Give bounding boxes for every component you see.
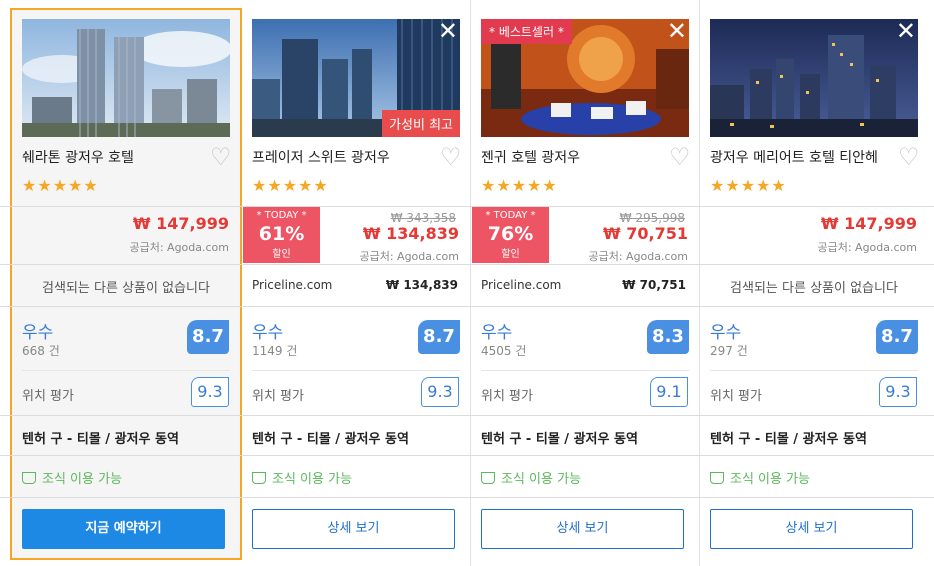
- today-deal-badge: * TODAY * 61% 할인: [243, 207, 320, 263]
- vendor-name[interactable]: Priceline.com: [252, 278, 332, 292]
- today-deal-badge: * TODAY * 76% 할인: [472, 207, 549, 263]
- review-score-badge: 8.7: [187, 320, 229, 354]
- price: ₩ 147,999: [132, 214, 229, 233]
- coffee-cup-icon: [481, 472, 495, 484]
- view-details-button[interactable]: 상세 보기: [481, 509, 684, 549]
- vendor-price[interactable]: ₩ 134,839: [350, 278, 458, 292]
- hotel-photo[interactable]: * 베스트셀러 * ✕: [481, 19, 689, 137]
- location-rating-label: 위치 평가: [252, 389, 304, 404]
- best-value-badge: 가성비 최고: [382, 110, 460, 137]
- heart-icon[interactable]: ♡: [898, 145, 920, 169]
- breakfast-info: 조식 이용 가능: [481, 468, 581, 487]
- breakfast-info: 조식 이용 가능: [252, 468, 352, 487]
- supplier-label: 공급처: Agoda.com: [817, 241, 917, 254]
- book-now-button[interactable]: 지금 예약하기: [22, 509, 225, 549]
- hotel-photo[interactable]: [22, 19, 230, 137]
- review-score-badge: 8.3: [647, 320, 689, 354]
- hotel-area: 텐허 구 - 티몰 / 광저우 동역: [22, 432, 179, 447]
- heart-icon[interactable]: ♡: [210, 145, 232, 169]
- location-score-badge: 9.3: [421, 377, 459, 407]
- original-price: ₩ 295,998: [619, 211, 685, 225]
- view-details-button[interactable]: 상세 보기: [252, 509, 455, 549]
- review-count[interactable]: 1149 건: [252, 342, 297, 359]
- coffee-cup-icon: [22, 472, 36, 484]
- price: ₩ 70,751: [603, 224, 688, 243]
- heart-icon[interactable]: ♡: [669, 145, 691, 169]
- review-score-badge: 8.7: [418, 320, 460, 354]
- location-score-badge: 9.3: [191, 377, 229, 407]
- bestseller-badge: * 베스트셀러 *: [481, 19, 572, 44]
- hotel-comparison: 쉐라톤 광저우 호텔 ♡ ★★★★★ ₩ 147,999 공급처: Agoda.…: [0, 0, 934, 566]
- location-score-badge: 9.3: [879, 377, 917, 407]
- original-price: ₩ 343,358: [390, 211, 456, 225]
- hotel-area: 텐허 구 - 티몰 / 광저우 동역: [710, 432, 867, 447]
- hotel-area: 텐허 구 - 티몰 / 광저우 동역: [481, 432, 638, 447]
- divider: [0, 455, 934, 456]
- divider: [0, 206, 934, 207]
- location-score-badge: 9.1: [650, 377, 688, 407]
- coffee-cup-icon: [252, 472, 266, 484]
- star-rating: ★★★★★: [481, 176, 558, 195]
- close-icon[interactable]: ✕: [667, 19, 687, 45]
- review-count[interactable]: 297 건: [710, 342, 748, 359]
- hotel-name[interactable]: 쉐라톤 광저우 호텔: [22, 147, 202, 167]
- supplier-label: 공급처: Agoda.com: [588, 250, 688, 263]
- close-icon[interactable]: ✕: [438, 19, 458, 45]
- vendor-name[interactable]: Priceline.com: [481, 278, 561, 292]
- star-rating: ★★★★★: [252, 176, 329, 195]
- hotel-name[interactable]: 프레이저 스위트 광저우: [252, 147, 432, 167]
- divider: [710, 370, 918, 371]
- today-label: * TODAY *: [485, 210, 536, 221]
- breakfast-info: 조식 이용 가능: [22, 468, 122, 487]
- no-other-offers-text: 검색되는 다른 상품이 없습니다: [730, 281, 898, 296]
- price: ₩ 147,999: [820, 214, 917, 233]
- view-details-button[interactable]: 상세 보기: [710, 509, 913, 549]
- rating-word: 우수: [481, 323, 513, 343]
- discount-label: 할인: [272, 249, 291, 260]
- star-rating: ★★★★★: [710, 176, 787, 195]
- discount-label: 할인: [501, 249, 520, 260]
- hotel-photo[interactable]: ✕ 가성비 최고: [252, 19, 460, 137]
- location-rating-label: 위치 평가: [710, 389, 762, 404]
- today-label: * TODAY *: [256, 210, 307, 221]
- breakfast-label: 조식 이용 가능: [730, 472, 811, 487]
- rating-word: 우수: [22, 323, 54, 343]
- divider: [0, 306, 934, 307]
- breakfast-label: 조식 이용 가능: [501, 472, 582, 487]
- divider: [0, 264, 934, 265]
- price: ₩ 134,839: [362, 224, 459, 243]
- breakfast-info: 조식 이용 가능: [710, 468, 810, 487]
- close-icon[interactable]: ✕: [896, 19, 916, 45]
- discount-percent: 76%: [487, 223, 534, 245]
- supplier-label: 공급처: Agoda.com: [129, 241, 229, 254]
- location-rating-label: 위치 평가: [22, 389, 74, 404]
- coffee-cup-icon: [710, 472, 724, 484]
- discount-percent: 61%: [258, 223, 305, 245]
- vendor-price[interactable]: ₩ 70,751: [580, 278, 686, 292]
- rating-word: 우수: [252, 323, 284, 343]
- no-other-offers-text: 검색되는 다른 상품이 없습니다: [42, 281, 210, 296]
- review-count[interactable]: 668 건: [22, 342, 60, 359]
- hotel-name[interactable]: 광저우 메리어트 호텔 티안헤: [710, 147, 890, 167]
- divider: [481, 370, 689, 371]
- star-rating: ★★★★★: [22, 176, 99, 195]
- divider: [252, 370, 460, 371]
- rating-word: 우수: [710, 323, 742, 343]
- review-score-badge: 8.7: [876, 320, 918, 354]
- location-rating-label: 위치 평가: [481, 389, 533, 404]
- supplier-label: 공급처: Agoda.com: [359, 250, 459, 263]
- divider: [0, 497, 934, 498]
- review-count[interactable]: 4505 건: [481, 342, 526, 359]
- breakfast-label: 조식 이용 가능: [272, 472, 353, 487]
- breakfast-label: 조식 이용 가능: [42, 472, 123, 487]
- divider: [0, 415, 934, 416]
- hotel-area: 텐허 구 - 티몰 / 광저우 동역: [252, 432, 409, 447]
- heart-icon[interactable]: ♡: [440, 145, 462, 169]
- hotel-photo[interactable]: ✕: [710, 19, 918, 137]
- hotel-name[interactable]: 젠귀 호텔 광저우: [481, 147, 661, 167]
- divider: [22, 370, 230, 371]
